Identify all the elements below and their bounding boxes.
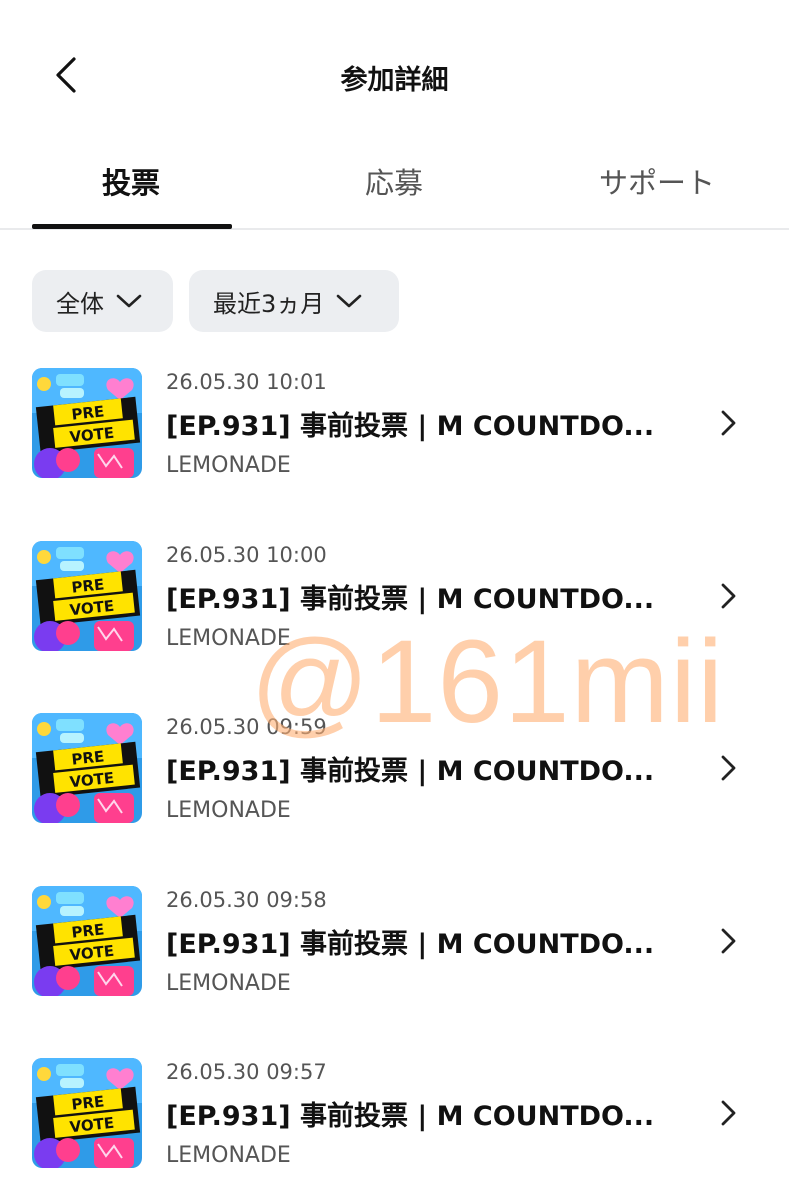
item-thumbnail: PRE VOTE bbox=[32, 540, 142, 651]
thumbnail-text-pre: PRE bbox=[71, 402, 105, 423]
item-date: 26.05.30 10:00 bbox=[166, 542, 327, 567]
filter-all-label: 全体 bbox=[56, 289, 104, 318]
filter-all-dropdown[interactable]: 全体 bbox=[32, 270, 173, 332]
chevron-right-icon bbox=[718, 1098, 738, 1132]
item-date: 26.05.30 09:59 bbox=[166, 715, 327, 739]
item-title: [EP.931] 事前投票 | M COUNTDO... bbox=[166, 1101, 655, 1132]
item-thumbnail: PRE VOTE bbox=[32, 713, 142, 823]
page-title: 参加詳細 bbox=[340, 65, 449, 96]
thumbnail-text-pre: PRE bbox=[71, 747, 105, 768]
item-title: [EP.931] 事前投票 | M COUNTDO... bbox=[166, 756, 655, 787]
item-thumbnail: PRE VOTE bbox=[32, 1058, 142, 1168]
tab-vote[interactable]: 投票 bbox=[0, 160, 262, 230]
item-subtitle: LEMONADE bbox=[166, 625, 291, 651]
chevron-right-icon bbox=[718, 581, 738, 615]
chevron-down-icon bbox=[116, 293, 142, 309]
thumbnail-text-pre: PRE bbox=[71, 920, 105, 941]
chevron-right-icon bbox=[718, 926, 738, 960]
item-subtitle: LEMONADE bbox=[166, 453, 291, 478]
item-title: [EP.931] 事前投票 | M COUNTDO... bbox=[166, 411, 655, 442]
item-thumbnail: PRE VOTE bbox=[32, 885, 142, 996]
item-title: [EP.931] 事前投票 | M COUNTDO... bbox=[166, 583, 655, 615]
list-item[interactable]: PRE VOTE 26.05.30 10:01 [EP.931] 事前投票 | … bbox=[0, 366, 789, 486]
item-date: 26.05.30 09:57 bbox=[166, 1060, 327, 1084]
chevron-right-icon bbox=[718, 408, 738, 442]
list-item[interactable]: PRE VOTE 26.05.30 09:57 [EP.931] 事前投票 | … bbox=[0, 1056, 789, 1176]
thumbnail-art: PRE VOTE bbox=[32, 1058, 142, 1168]
thumbnail-art: PRE VOTE bbox=[32, 713, 142, 823]
tab-apply[interactable]: 応募 bbox=[263, 160, 525, 230]
item-date: 26.05.30 09:58 bbox=[166, 887, 327, 912]
tab-support[interactable]: サポート bbox=[526, 160, 788, 230]
list-item[interactable]: PRE VOTE 26.05.30 10:00 [EP.931] 事前投票 | … bbox=[0, 539, 789, 659]
item-thumbnail: PRE VOTE bbox=[32, 368, 142, 478]
item-subtitle: LEMONADE bbox=[166, 1143, 291, 1168]
thumbnail-text-pre: PRE bbox=[71, 1092, 105, 1113]
filter-period-dropdown[interactable]: 最近3ヵ月 bbox=[189, 270, 399, 332]
list-item[interactable]: PRE VOTE 26.05.30 09:58 [EP.931] 事前投票 | … bbox=[0, 884, 789, 1004]
thumbnail-art: PRE VOTE bbox=[32, 885, 142, 996]
item-subtitle: LEMONADE bbox=[166, 970, 291, 996]
chevron-right-icon bbox=[718, 753, 738, 787]
item-date: 26.05.30 10:01 bbox=[166, 370, 327, 394]
thumbnail-text-pre: PRE bbox=[71, 575, 105, 596]
tab-bar: 投票 応募 サポート bbox=[0, 140, 789, 230]
active-tab-indicator bbox=[32, 224, 232, 229]
item-subtitle: LEMONADE bbox=[166, 798, 291, 823]
thumbnail-art: PRE VOTE bbox=[32, 540, 142, 651]
chevron-down-icon bbox=[336, 293, 362, 309]
item-title: [EP.931] 事前投票 | M COUNTDO... bbox=[166, 928, 655, 960]
header-bar: 参加詳細 bbox=[0, 0, 789, 150]
thumbnail-art: PRE VOTE bbox=[32, 368, 142, 478]
list-item[interactable]: PRE VOTE 26.05.30 09:59 [EP.931] 事前投票 | … bbox=[0, 711, 789, 831]
filter-period-label: 最近3ヵ月 bbox=[213, 289, 325, 318]
